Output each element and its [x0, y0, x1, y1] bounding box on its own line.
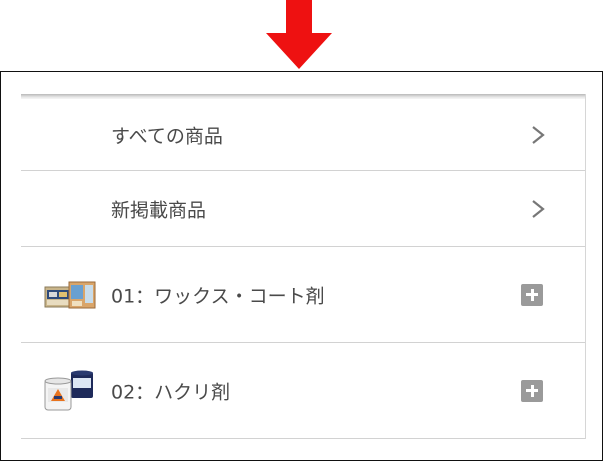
- stripper-products-thumbnail: [44, 370, 93, 410]
- menu-item-stripper[interactable]: 02：ハクリ剤: [21, 343, 585, 439]
- menu-item-label: すべての商品: [111, 125, 223, 147]
- plus-icon[interactable]: [521, 283, 543, 306]
- menu-item-wax-coating[interactable]: 01：ワックス・コート剤: [21, 247, 585, 343]
- menu-item-label: 新掲載商品: [111, 199, 207, 221]
- menu-item-all-products[interactable]: すべての商品: [21, 99, 585, 171]
- category-menu-panel: すべての商品 新掲載商品 01：ワックス・コート剤 02：ハクリ剤: [0, 71, 603, 461]
- menu-item-label: 02：ハクリ剤: [111, 381, 231, 403]
- menu-item-new-products[interactable]: 新掲載商品: [21, 171, 585, 247]
- plus-icon[interactable]: [521, 379, 543, 402]
- chevron-right-icon: [532, 125, 545, 144]
- category-menu: すべての商品 新掲載商品 01：ワックス・コート剤 02：ハクリ剤: [21, 94, 586, 439]
- menu-item-label: 01：ワックス・コート剤: [111, 285, 325, 307]
- chevron-right-icon: [532, 199, 545, 218]
- wax-products-thumbnail: [44, 281, 96, 308]
- down-arrow-icon: [266, 0, 332, 69]
